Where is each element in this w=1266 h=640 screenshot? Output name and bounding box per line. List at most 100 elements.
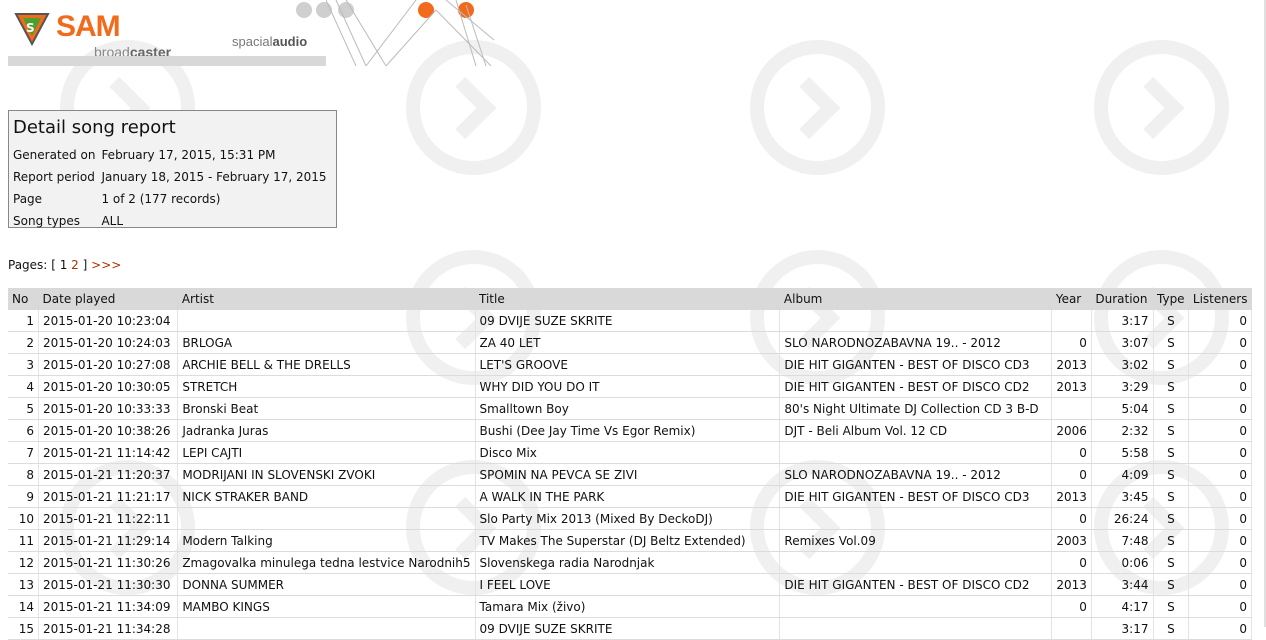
cell-no: 1 xyxy=(8,310,40,332)
info-value: ALL xyxy=(101,214,124,228)
cell-no: 9 xyxy=(8,485,40,508)
cell-album xyxy=(779,551,1053,574)
table-row: 5 2015-01-20 10:33:33 Bronski Beat Smalltow… xyxy=(8,397,1252,420)
cell-artist: BRLOGA xyxy=(177,331,476,354)
cell-duration: 3:17 xyxy=(1091,617,1154,640)
column-header-listeners: Listeners xyxy=(1188,288,1252,310)
cell-title: I FEEL LOVE xyxy=(475,573,781,596)
table-row: 11 2015-01-21 11:29:14 Modern Talking TV Ma… xyxy=(8,529,1252,552)
column-header-year: Year xyxy=(1051,288,1092,310)
cell-date-played: 2015-01-20 10:24:03 xyxy=(38,331,179,354)
cell-duration: 5:04 xyxy=(1091,397,1154,420)
cell-date-played: 2015-01-21 11:20:37 xyxy=(38,463,179,486)
cell-no: 14 xyxy=(8,595,40,618)
cell-year: 2006 xyxy=(1051,419,1092,442)
cell-listeners: 0 xyxy=(1188,617,1252,640)
report-info-row: Generated on February 17, 2015, 15:31 PM xyxy=(13,144,333,166)
cell-album xyxy=(779,617,1053,640)
cell-date-played: 2015-01-21 11:14:42 xyxy=(38,441,179,464)
cell-date-played: 2015-01-21 11:22:11 xyxy=(38,507,179,530)
cell-artist: LEPI CAJTI xyxy=(177,441,476,464)
cell-year: 0 xyxy=(1051,595,1092,618)
cell-listeners: 0 xyxy=(1188,375,1252,398)
info-label: Report period xyxy=(13,170,95,184)
cell-title: LET'S GROOVE xyxy=(475,353,781,376)
cell-date-played: 2015-01-20 10:33:33 xyxy=(38,397,179,420)
cell-date-played: 2015-01-20 10:38:26 xyxy=(38,419,179,442)
table-header-row: No Date played Artist Title Album Year D… xyxy=(8,288,1252,310)
cell-title: ZA 40 LET xyxy=(475,331,781,354)
cell-year xyxy=(1051,397,1092,420)
cell-duration: 0:06 xyxy=(1091,551,1154,574)
cell-album: 80's Night Ultimate DJ Collection CD 3 B… xyxy=(779,397,1053,420)
cell-duration: 2:32 xyxy=(1091,419,1154,442)
svg-text:S: S xyxy=(26,21,35,35)
cell-title: Disco Mix xyxy=(475,441,781,464)
info-label: Page xyxy=(13,192,43,206)
cell-title: 09 DVIJE SUZE SKRITE xyxy=(475,617,781,640)
cell-date-played: 2015-01-21 11:21:17 xyxy=(38,485,179,508)
report-info-box: Detail song report Generated on February… xyxy=(8,110,337,228)
table-row: 15 2015-01-21 11:34:28 09 DVIJE SUZE SKRIT… xyxy=(8,617,1252,640)
cell-year: 2013 xyxy=(1051,485,1092,508)
cell-year: 2013 xyxy=(1051,375,1092,398)
page-2-link[interactable]: 2 xyxy=(71,258,79,272)
cell-listeners: 0 xyxy=(1188,573,1252,596)
cell-duration: 26:24 xyxy=(1091,507,1154,530)
cell-listeners: 0 xyxy=(1188,441,1252,464)
column-header-date-played: Date played xyxy=(38,288,178,310)
next-pages-link[interactable]: >>> xyxy=(91,258,121,272)
cell-listeners: 0 xyxy=(1188,463,1252,486)
cell-title: Slo Party Mix 2013 (Mixed By DeckoDJ) xyxy=(475,507,781,530)
report-info-row: Report period January 18, 2015 - Februar… xyxy=(13,166,333,188)
table-body: 1 2015-01-20 10:23:04 09 DVIJE SUZE SKRITE… xyxy=(8,310,1252,640)
cell-title: Slovenskega radia Narodnjak xyxy=(475,551,781,574)
page-1-current: 1 xyxy=(59,258,68,272)
info-value: January 18, 2015 - February 17, 2015 xyxy=(101,170,327,184)
cell-year: 0 xyxy=(1051,331,1092,354)
cell-album xyxy=(779,507,1053,530)
cell-duration: 3:07 xyxy=(1091,331,1154,354)
table-row: 4 2015-01-20 10:30:05 STRETCH WHY DID YOU D… xyxy=(8,375,1252,398)
cell-type: S xyxy=(1153,441,1190,464)
cell-year: 0 xyxy=(1051,441,1092,464)
table-row: 9 2015-01-21 11:21:17 NICK STRAKER BAND A W… xyxy=(8,485,1252,508)
cell-type: S xyxy=(1153,507,1190,530)
table-row: 10 2015-01-21 11:22:11 Slo Party Mix 2013 … xyxy=(8,507,1252,530)
info-label: Song types xyxy=(13,214,81,228)
cell-type: S xyxy=(1153,529,1190,552)
pagination-label: Pages: xyxy=(8,258,48,272)
cell-duration: 5:58 xyxy=(1091,441,1154,464)
cell-artist: Jadranka Juras xyxy=(177,419,476,442)
cell-title: 09 DVIJE SUZE SKRITE xyxy=(475,310,781,332)
table-row: 6 2015-01-20 10:38:26 Jadranka Juras Bushi … xyxy=(8,419,1252,442)
info-value: 1 of 2 (177 records) xyxy=(101,192,221,206)
cell-album xyxy=(779,310,1053,332)
pagination-close-bracket: ] xyxy=(82,258,88,272)
cell-artist: MAMBO KINGS xyxy=(177,595,476,618)
cell-artist: Zmagovalka minulega tedna lestvice Narod… xyxy=(177,551,476,574)
column-header-album: Album xyxy=(779,288,1052,310)
cell-type: S xyxy=(1153,573,1190,596)
cell-duration: 3:45 xyxy=(1091,485,1154,508)
cell-album: DIE HIT GIGANTEN - BEST OF DISCO CD2 xyxy=(779,573,1053,596)
cell-no: 8 xyxy=(8,463,40,486)
cell-artist: NICK STRAKER BAND xyxy=(177,485,476,508)
cell-duration: 3:44 xyxy=(1091,573,1154,596)
pagination: Pages: [ 1 2 ] >>> xyxy=(8,258,121,272)
song-report-table: No Date played Artist Title Album Year D… xyxy=(8,288,1252,640)
cell-year: 0 xyxy=(1051,551,1092,574)
cell-duration: 4:17 xyxy=(1091,595,1154,618)
cell-album: SLO NARODNOZABAVNA 19.. - 2012 xyxy=(779,463,1053,486)
cell-artist: MODRIJANI IN SLOVENSKI ZVOKI xyxy=(177,463,476,486)
cell-album: DJT - Beli Album Vol. 12 CD xyxy=(779,419,1053,442)
cell-listeners: 0 xyxy=(1188,397,1252,420)
cell-duration: 3:17 xyxy=(1091,310,1154,332)
column-header-duration: Duration xyxy=(1091,288,1153,310)
cell-type: S xyxy=(1153,419,1190,442)
table-row: 2 2015-01-20 10:24:03 BRLOGA ZA 40 LET SLO N… xyxy=(8,331,1252,354)
cell-listeners: 0 xyxy=(1188,551,1252,574)
cell-artist xyxy=(177,617,476,640)
report-info-table: Generated on February 17, 2015, 15:31 PM… xyxy=(13,144,333,232)
cell-listeners: 0 xyxy=(1188,353,1252,376)
